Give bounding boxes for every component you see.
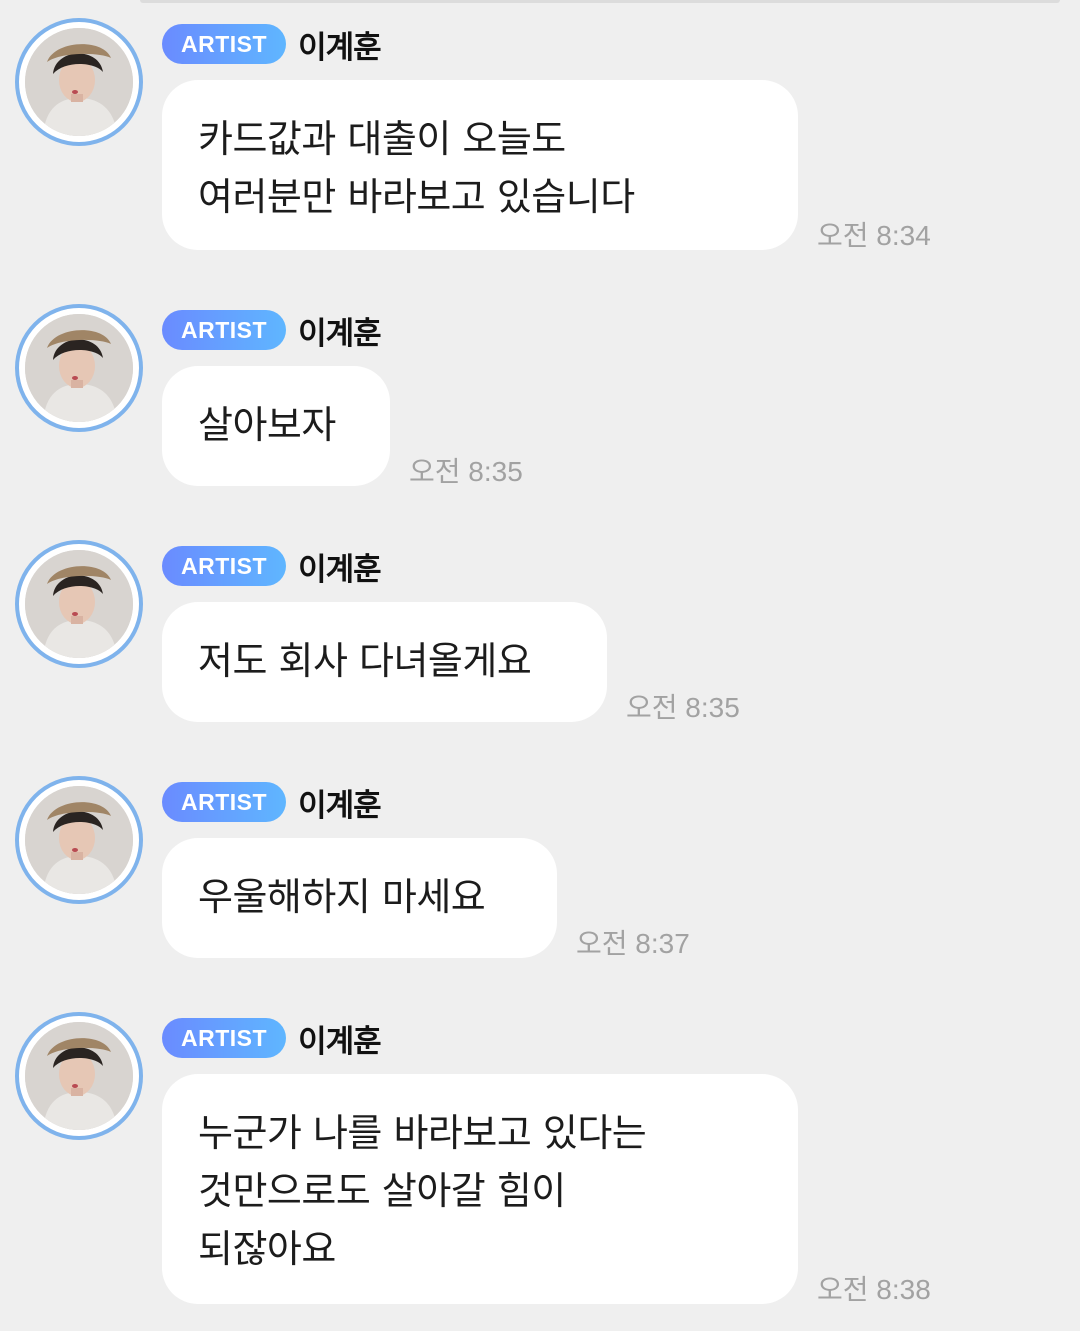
artist-badge: ARTIST: [162, 1018, 287, 1058]
sender-name[interactable]: 이계훈: [298, 22, 382, 67]
artist-badge: ARTIST: [162, 782, 287, 822]
avatar-photo: [25, 28, 133, 136]
artist-avatar[interactable]: [15, 1012, 143, 1140]
avatar-photo: [25, 786, 133, 894]
sender-row: ARTIST 이계훈: [162, 22, 382, 67]
message-timestamp: 오전 8:35: [409, 456, 523, 487]
artist-badge: ARTIST: [162, 310, 287, 350]
artist-avatar[interactable]: [15, 18, 143, 146]
message-timestamp: 오전 8:37: [576, 928, 690, 959]
avatar-photo: [25, 550, 133, 658]
message-timestamp: 오전 8:35: [626, 692, 740, 723]
message-bubble[interactable]: 저도 회사 다녀올게요: [162, 602, 607, 722]
sender-row: ARTIST 이계훈: [162, 780, 382, 825]
artist-badge: ARTIST: [162, 546, 287, 586]
artist-badge: ARTIST: [162, 24, 287, 64]
sender-name[interactable]: 이계훈: [298, 780, 382, 825]
sender-name[interactable]: 이계훈: [298, 544, 382, 589]
sender-row: ARTIST 이계훈: [162, 308, 382, 353]
sender-name[interactable]: 이계훈: [298, 308, 382, 353]
avatar-photo: [25, 314, 133, 422]
top-divider: [140, 0, 1060, 3]
sender-row: ARTIST 이계훈: [162, 544, 382, 589]
message-bubble[interactable]: 우울해하지 마세요: [162, 838, 557, 958]
message-timestamp: 오전 8:34: [817, 220, 931, 251]
artist-avatar[interactable]: [15, 540, 143, 668]
message-bubble[interactable]: 카드값과 대출이 오늘도 여러분만 바라보고 있습니다: [162, 80, 798, 250]
message-bubble[interactable]: 살아보자: [162, 366, 390, 486]
artist-avatar[interactable]: [15, 776, 143, 904]
sender-row: ARTIST 이계훈: [162, 1016, 382, 1061]
message-bubble[interactable]: 누군가 나를 바라보고 있다는 것만으로도 살아갈 힘이 되잖아요: [162, 1074, 798, 1304]
artist-avatar[interactable]: [15, 304, 143, 432]
sender-name[interactable]: 이계훈: [298, 1016, 382, 1061]
message-timestamp: 오전 8:38: [817, 1274, 931, 1305]
avatar-photo: [25, 1022, 133, 1130]
